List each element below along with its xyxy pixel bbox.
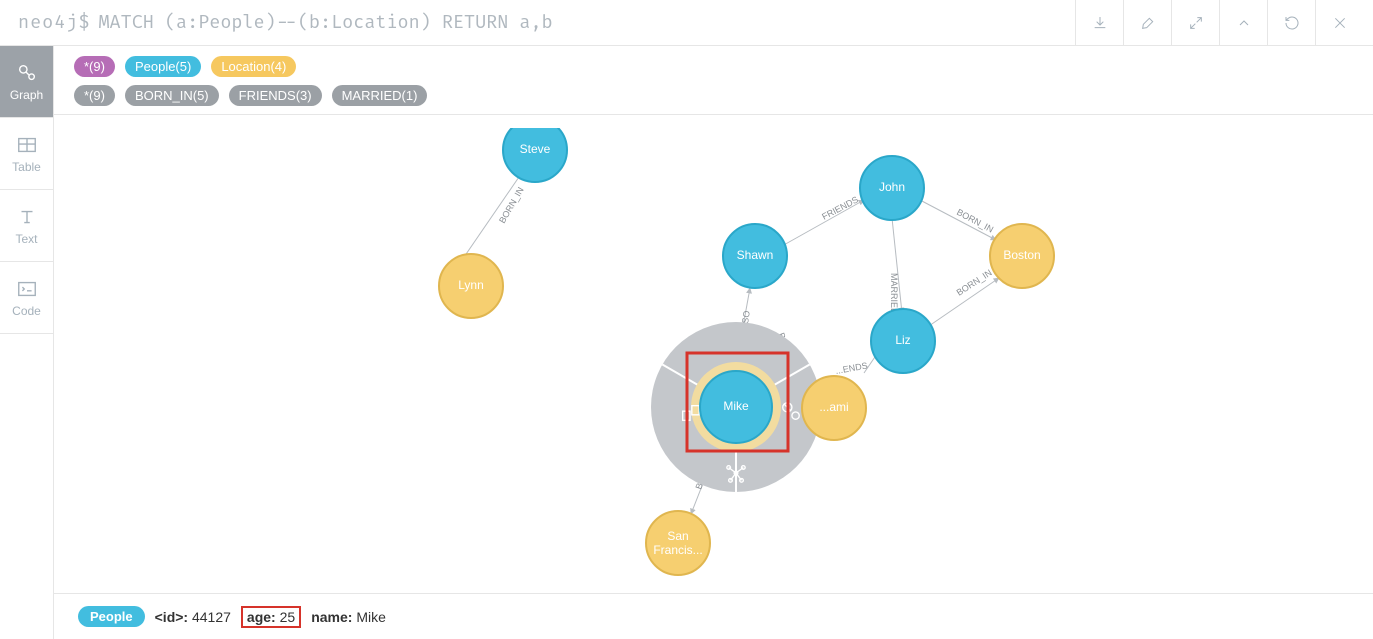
footer-name: name: Mike (311, 609, 386, 625)
footer-age: age: 25 (241, 606, 301, 628)
toolbar-buttons (1075, 0, 1363, 46)
tab-graph[interactable]: Graph (0, 46, 53, 118)
chevron-up-icon (1236, 15, 1252, 31)
collapse-button[interactable] (1219, 0, 1267, 46)
edge-label-born: BORN_IN (497, 185, 526, 225)
edge-label-friends-2: ...ENDS (835, 360, 869, 375)
tags-area: *(9) People(5) Location(4) *(9) BORN_IN(… (54, 46, 1373, 115)
expand-icon (1188, 15, 1204, 31)
tab-code[interactable]: Code (0, 262, 53, 334)
label-tag-star[interactable]: *(9) (74, 56, 115, 77)
query-bar: neo4j$ MATCH (a:People)--(b:Location) RE… (0, 0, 1373, 46)
tab-table-label: Table (12, 160, 41, 174)
text-icon (16, 206, 38, 228)
edge-label-born-2: BORN_IN (955, 207, 995, 235)
rel-tag-born-in[interactable]: BORN_IN(5) (125, 85, 219, 106)
close-button[interactable] (1315, 0, 1363, 46)
prompt-label: neo4j$ (18, 11, 90, 34)
node-steve[interactable]: Steve (503, 128, 567, 182)
rel-tag-married[interactable]: MARRIED(1) (332, 85, 428, 106)
rel-tag-star[interactable]: *(9) (74, 85, 115, 106)
node-sanfrancisco[interactable]: SanFrancis... (646, 511, 710, 575)
node-liz[interactable]: Liz (871, 309, 935, 373)
close-icon (1332, 15, 1348, 31)
pin-button[interactable] (1123, 0, 1171, 46)
node-miami[interactable]: ...ami (802, 376, 866, 440)
footer-bar: People <id>: 44127 age: 25 name: Mike (54, 593, 1373, 639)
download-icon (1092, 15, 1108, 31)
rel-tag-friends[interactable]: FRIENDS(3) (229, 85, 322, 106)
node-john[interactable]: John (860, 156, 924, 220)
edge-label-so: SO (740, 310, 752, 324)
label-tag-location[interactable]: Location(4) (211, 56, 296, 77)
footer-label-tag[interactable]: People (78, 606, 145, 627)
edge-label-born-3: BORN_IN (955, 267, 994, 297)
tab-text-label: Text (15, 232, 37, 246)
rel-tags-row: *(9) BORN_IN(5) FRIENDS(3) MARRIED(1) (74, 85, 1353, 106)
pin-icon (1140, 15, 1156, 31)
tab-text[interactable]: Text (0, 190, 53, 262)
side-tabs: Graph Table Text Code (0, 46, 54, 639)
node-shawn[interactable]: Shawn (723, 224, 787, 288)
query-text: MATCH (a:People)--(b:Location) RETURN a,… (98, 11, 552, 34)
rerun-button[interactable] (1267, 0, 1315, 46)
download-button[interactable] (1075, 0, 1123, 46)
label-tag-people[interactable]: People(5) (125, 56, 201, 77)
refresh-icon (1284, 15, 1300, 31)
code-icon (16, 278, 38, 300)
node-boston[interactable]: Boston (990, 224, 1054, 288)
graph-icon (16, 62, 38, 84)
tab-code-label: Code (12, 304, 41, 318)
node-lynn[interactable]: Lynn (439, 254, 503, 318)
edge-label-friends-1: FRIENDS (820, 194, 860, 221)
graph-canvas[interactable]: BORN_IN FRIENDS BORN_IN MARRIED BORN_IN … (54, 128, 1373, 593)
tab-graph-label: Graph (10, 88, 43, 102)
label-tags-row: *(9) People(5) Location(4) (74, 56, 1353, 77)
edge-steve-lynn[interactable] (462, 174, 521, 260)
tab-table[interactable]: Table (0, 118, 53, 190)
table-icon (16, 134, 38, 156)
footer-id: <id>: 44127 (155, 609, 231, 625)
node-mike[interactable]: Mike (700, 371, 772, 443)
expand-button[interactable] (1171, 0, 1219, 46)
